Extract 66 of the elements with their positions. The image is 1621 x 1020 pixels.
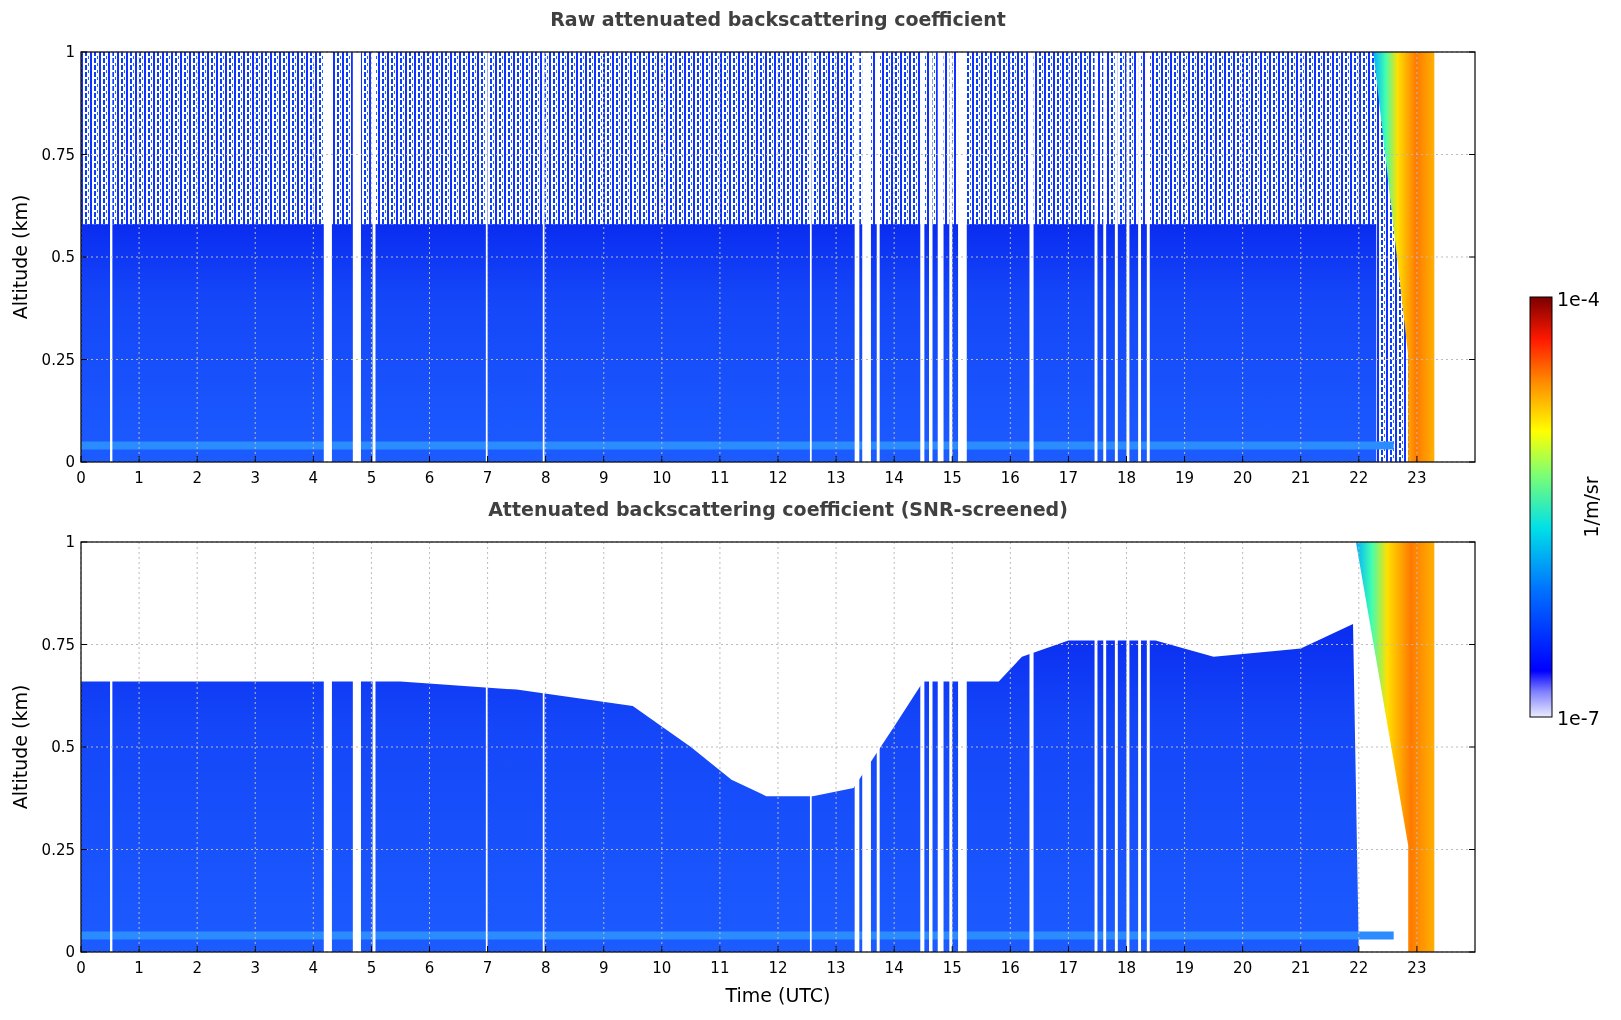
x-tick-label: 15: [942, 959, 962, 977]
x-tick-label: 4: [308, 469, 319, 487]
y-tick-label: 1: [65, 43, 75, 61]
x-tick-label: 3: [250, 469, 260, 487]
colorbar-min-label: 1e-7: [1557, 707, 1600, 729]
x-tick-label: 11: [710, 959, 730, 977]
x-tick-label: 22: [1349, 469, 1369, 487]
x-tick-label: 3: [250, 959, 260, 977]
x-tick-label: 17: [1058, 469, 1078, 487]
x-tick-label: 7: [482, 469, 493, 487]
x-tick-label: 6: [424, 469, 435, 487]
x-tick-label: 21: [1291, 959, 1311, 977]
x-tick-label: 20: [1233, 469, 1253, 487]
colorbar-unit-label: 1/m/sr: [1580, 476, 1602, 538]
x-tick-label: 8: [540, 469, 551, 487]
y-axis-label: Altitude (km): [9, 684, 31, 810]
x-tick-label: 10: [652, 959, 672, 977]
x-tick-label: 12: [768, 469, 788, 487]
x-tick-label: 14: [884, 469, 904, 487]
x-tick-label: 8: [540, 959, 551, 977]
x-tick-label: 23: [1407, 469, 1427, 487]
x-tick-label: 15: [942, 469, 962, 487]
x-tick-label: 2: [192, 959, 202, 977]
x-tick-label: 18: [1116, 469, 1137, 487]
x-tick-label: 0: [76, 959, 86, 977]
y-tick-label: 0.5: [51, 248, 75, 266]
x-tick-label: 1: [134, 469, 144, 487]
x-tick-label: 17: [1058, 959, 1078, 977]
plot-title: Raw attenuated backscattering coefficient: [550, 8, 1006, 30]
x-tick-label: 5: [366, 469, 377, 487]
x-tick-label: 14: [884, 959, 904, 977]
x-tick-label: 13: [826, 959, 846, 977]
colorbar-max-label: 1e-4: [1557, 288, 1600, 310]
x-tick-label: 0: [76, 469, 86, 487]
plot-title: Attenuated backscattering coefficient (SNR-screened): [488, 498, 1068, 520]
x-tick-label: 22: [1349, 959, 1369, 977]
y-axis-label: Altitude (km): [9, 194, 31, 320]
x-tick-label: 2: [192, 469, 202, 487]
x-tick-label: 1: [134, 959, 144, 977]
x-tick-label: 10: [652, 469, 672, 487]
y-tick-label: 0.25: [41, 840, 75, 859]
x-tick-label: 12: [768, 959, 788, 977]
x-tick-label: 16: [1000, 959, 1020, 977]
x-tick-label: 16: [1000, 469, 1020, 487]
x-tick-label: 7: [482, 959, 493, 977]
x-tick-label: 21: [1291, 469, 1311, 487]
y-tick-label: 0.75: [41, 145, 75, 164]
x-tick-label: 9: [599, 959, 609, 977]
x-tick-label: 13: [826, 469, 846, 487]
x-axis-label: Time (UTC): [725, 984, 831, 1006]
y-tick-label: 0: [65, 453, 75, 471]
x-tick-label: 19: [1175, 959, 1195, 977]
x-tick-label: 23: [1407, 959, 1427, 977]
x-tick-label: 6: [424, 959, 435, 977]
x-tick-label: 20: [1233, 959, 1253, 977]
x-tick-label: 4: [308, 959, 319, 977]
x-tick-label: 19: [1175, 469, 1195, 487]
y-tick-label: 0.5: [51, 738, 75, 756]
y-tick-label: 1: [65, 533, 75, 551]
y-tick-label: 0.75: [41, 635, 75, 654]
x-tick-label: 5: [366, 959, 377, 977]
x-tick-label: 9: [599, 469, 609, 487]
y-tick-label: 0: [65, 943, 75, 961]
x-tick-label: 11: [710, 469, 730, 487]
x-tick-label: 18: [1116, 959, 1137, 977]
y-tick-label: 0.25: [41, 350, 75, 369]
